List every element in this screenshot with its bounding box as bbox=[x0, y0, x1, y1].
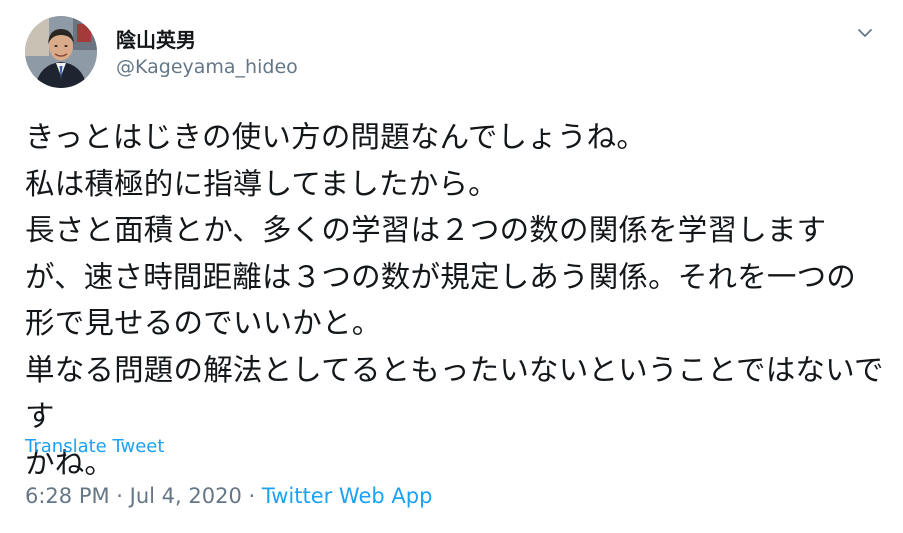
meta-separator: · bbox=[241, 484, 262, 508]
tweet-text-line: 単なる問題の解法としてるともったいないということではないです bbox=[25, 352, 884, 434]
tweet-source-link[interactable]: Twitter Web App bbox=[262, 484, 433, 508]
tweet-date[interactable]: Jul 4, 2020 bbox=[130, 484, 242, 508]
author-display-name[interactable]: 陰山英男 bbox=[116, 24, 196, 53]
tweet-text-line: きっとはじきの使い方の問題なんでしょうね。 bbox=[25, 120, 647, 154]
tweet-text: きっとはじきの使い方の問題なんでしょうね。 私は積極的に指導してましたから。長さと… bbox=[25, 114, 885, 486]
tweet-text-line: 長さと面積とか、多くの学習は２つの数の関係を学習します bbox=[25, 213, 827, 247]
avatar[interactable] bbox=[25, 16, 97, 88]
tweet-text-line: が、速さ時間距離は３つの数が規定しあう関係。それを一つの bbox=[25, 259, 857, 294]
tweet-text-line: 形で見せるのでいいかと。 bbox=[25, 306, 382, 340]
tweet-text-line: 私は積極的に指導してましたから。 bbox=[25, 166, 498, 201]
author-handle[interactable]: @Kageyama_hideo bbox=[116, 56, 298, 78]
chevron-down-icon bbox=[858, 29, 872, 37]
translate-tweet-link[interactable]: Translate Tweet bbox=[25, 436, 164, 457]
tweet-metadata: 6:28 PM · Jul 4, 2020 · Twitter Web App bbox=[25, 484, 432, 508]
tweet-menu-button[interactable] bbox=[852, 20, 878, 46]
tweet-time[interactable]: 6:28 PM bbox=[25, 484, 110, 508]
tweet-card: 陰山英男 @Kageyama_hideo きっとはじきの使い方の問題なんでしょう… bbox=[0, 0, 903, 533]
avatar-photo bbox=[25, 16, 97, 88]
meta-separator: · bbox=[109, 484, 130, 508]
